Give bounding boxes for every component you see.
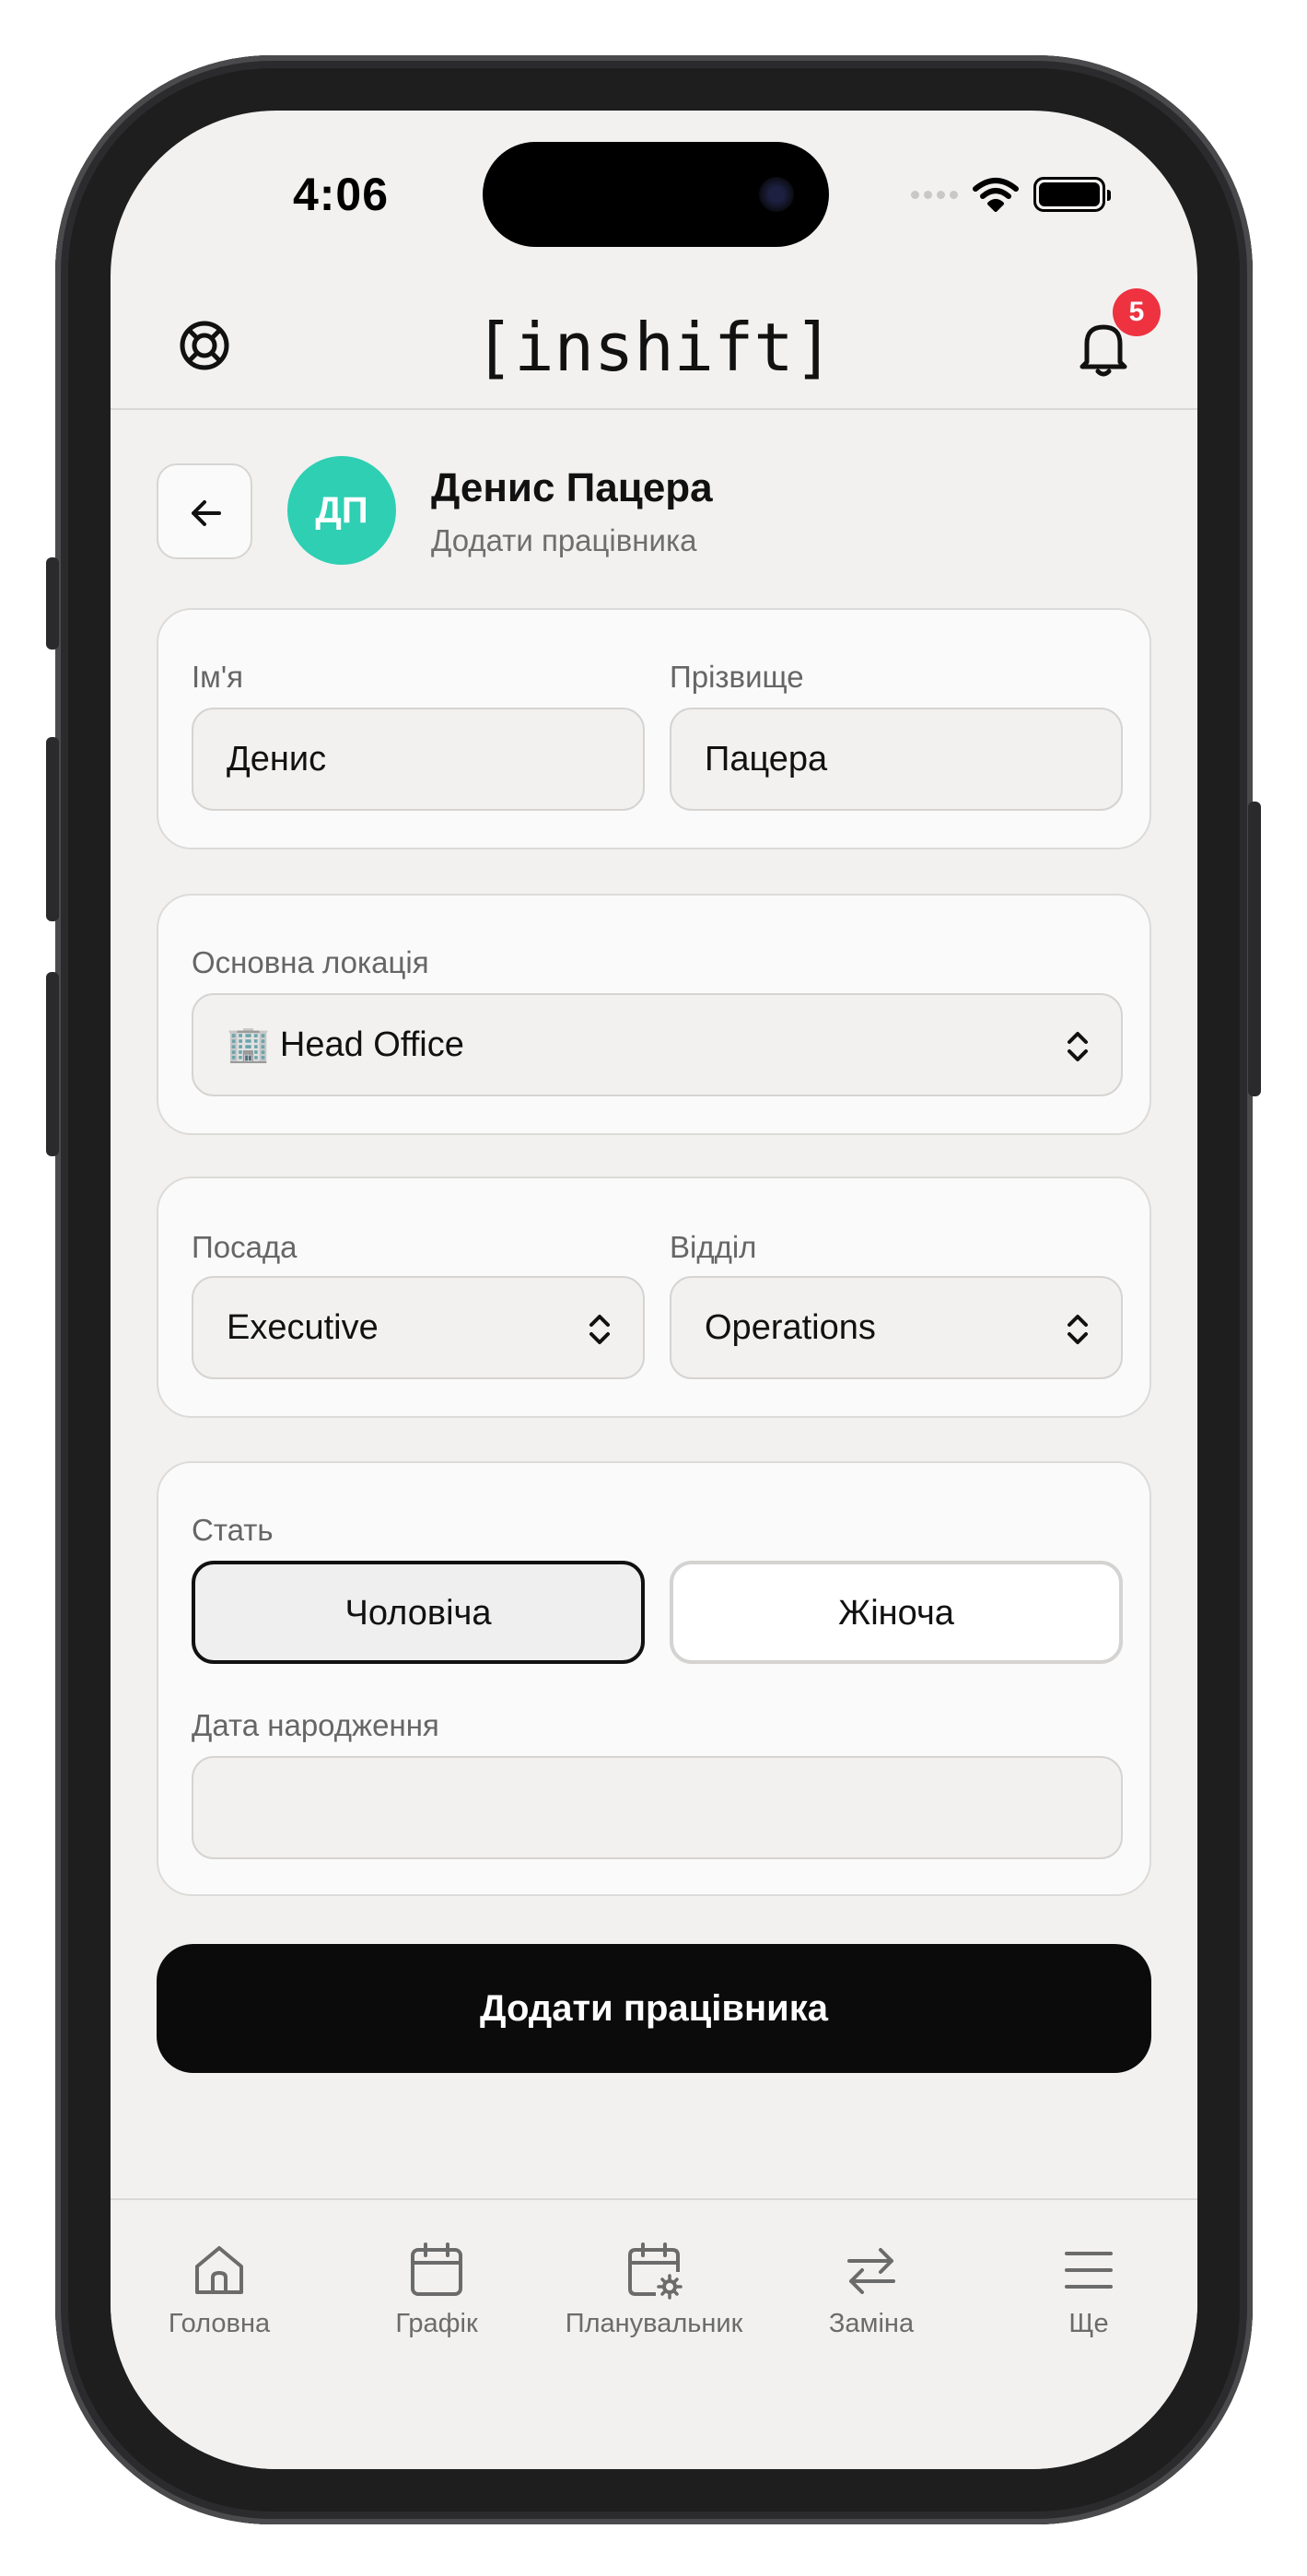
personal-card: Стать Чоловіча Жіноча Дата народження (157, 1461, 1151, 1896)
location-card: Основна локація 🏢 Head Office (157, 894, 1151, 1135)
birth-date-label: Дата народження (192, 1708, 439, 1742)
status-time: 4:06 (292, 169, 390, 220)
location-value: 🏢 Head Office (227, 1025, 464, 1064)
battery-icon (1033, 177, 1111, 212)
back-button[interactable] (157, 463, 252, 559)
tab-label: Головна (168, 2309, 271, 2338)
notification-badge: 5 (1113, 288, 1161, 336)
app-logo: [inshift] (473, 309, 834, 386)
tab-label: Ще (1068, 2309, 1109, 2338)
volume-up-button (46, 737, 59, 921)
tab-label: Заміна (828, 2309, 915, 2338)
tab-swap[interactable]: Заміна (763, 2241, 980, 2339)
tab-label: Планувальник (565, 2309, 743, 2338)
tab-home[interactable]: Головна (111, 2241, 328, 2339)
position-value: Executive (227, 1308, 379, 1347)
chevron-updown-icon (1068, 1315, 1088, 1344)
calendar-gear-icon (628, 2242, 683, 2300)
department-select[interactable]: Operations (670, 1276, 1123, 1379)
avatar: ДП (287, 456, 396, 565)
first-name-input[interactable]: Денис (192, 708, 645, 811)
status-icons (911, 177, 1111, 212)
volume-down-button (46, 972, 59, 1156)
position-select[interactable]: Executive (192, 1276, 645, 1379)
action-button (46, 557, 59, 650)
birth-date-input[interactable] (192, 1756, 1123, 1859)
signal-icon (911, 190, 958, 199)
last-name-input[interactable]: Пацера (670, 708, 1123, 811)
wifi-icon (973, 178, 1019, 212)
first-name-label: Ім'я (192, 660, 244, 694)
gender-option-male[interactable]: Чоловіча (192, 1561, 645, 1664)
tab-bar: Головна Графік Планувальник Заміна Ще (111, 2198, 1197, 2469)
menu-icon (1065, 2252, 1113, 2289)
tab-label: Графік (395, 2309, 478, 2338)
tab-planner[interactable]: Планувальник (545, 2241, 763, 2339)
location-label: Основна локація (192, 945, 429, 979)
front-camera (759, 177, 794, 212)
department-value: Operations (705, 1308, 876, 1347)
page-subtitle: Додати працівника (431, 523, 697, 557)
dynamic-island (483, 142, 829, 247)
position-label: Посада (192, 1230, 298, 1264)
swap-icon (847, 2248, 895, 2294)
app-header: [inshift] 5 (111, 281, 1197, 410)
power-button (1248, 802, 1261, 1096)
home-icon (195, 2246, 243, 2294)
screen: 4:06 [inshift] 5 ДП Денис Пацера Додати … (111, 111, 1197, 2469)
arrow-left-icon (192, 500, 221, 526)
gender-option-female[interactable]: Жіноча (670, 1561, 1123, 1664)
calendar-icon (411, 2242, 462, 2296)
last-name-label: Прізвище (670, 660, 804, 694)
tab-more[interactable]: Ще (980, 2241, 1197, 2339)
location-select[interactable]: 🏢 Head Office (192, 993, 1123, 1096)
add-employee-button[interactable]: Додати працівника (157, 1944, 1151, 2073)
name-card: Ім'я Прізвище Денис Пацера (157, 608, 1151, 849)
chevron-updown-icon (589, 1315, 610, 1344)
position-card: Посада Відділ Executive Operations (157, 1177, 1151, 1418)
chevron-updown-icon (1068, 1032, 1088, 1061)
tab-schedule[interactable]: Графік (328, 2241, 545, 2339)
profile-name: Денис Пацера (431, 465, 713, 510)
gender-label: Стать (192, 1513, 274, 1547)
department-label: Відділ (670, 1230, 757, 1264)
